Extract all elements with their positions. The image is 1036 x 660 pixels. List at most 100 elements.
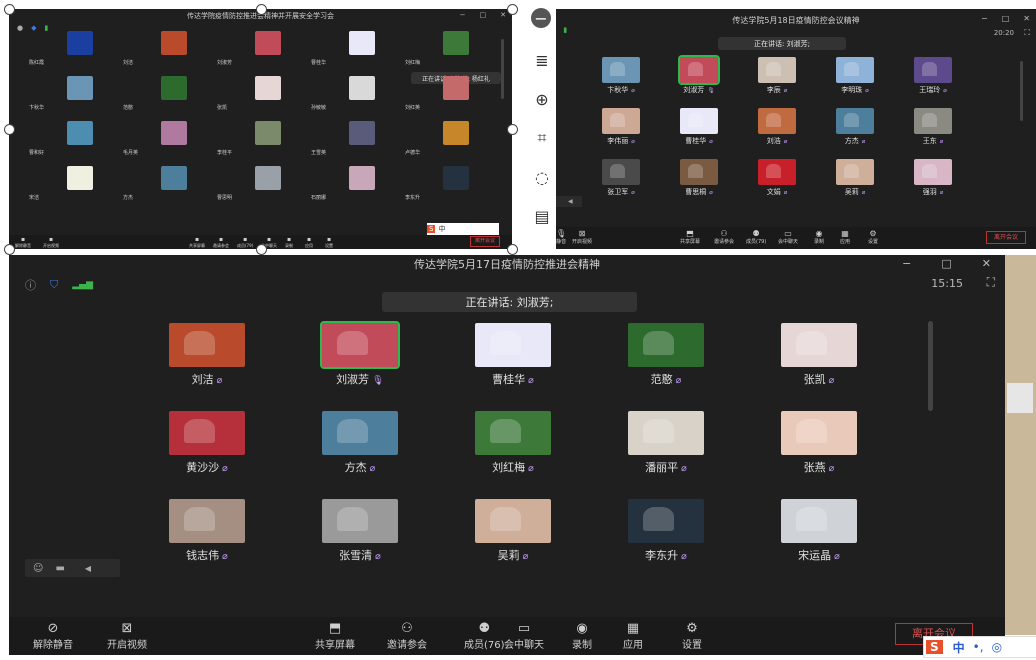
floating-control-bar[interactable]: ☺ ▬ ◀ [25, 559, 120, 577]
settings-button[interactable]: ⚙ 设置 [868, 229, 878, 245]
minimize-icon[interactable]: − [460, 11, 466, 19]
participant-tile[interactable]: 曹桂华 ⌀ [674, 108, 724, 146]
participant-tile[interactable]: 刘淑芳 🎙 [674, 55, 724, 95]
video-off-button[interactable]: ⊠ 开启视频 [572, 229, 592, 245]
participant-tile[interactable]: 曹思桐 ⌀ [674, 159, 724, 197]
participant-tile[interactable]: 陈红霞 [29, 31, 121, 66]
participant-tile[interactable]: 王瑞玲 ⌀ [908, 57, 958, 95]
ime-toolbar[interactable]: S 中 [427, 223, 499, 235]
scrollbar[interactable] [928, 321, 933, 411]
toolbar-button[interactable]: ▪ 解除静音 [15, 236, 31, 249]
ime-language-label[interactable]: 中 [438, 224, 445, 234]
ime-mic-icon[interactable]: ◎ [992, 640, 1002, 654]
participant-tile[interactable]: 吴莉 ⌀ [830, 159, 880, 197]
participant-tile[interactable]: 曹桂华 [311, 31, 403, 66]
fullscreen-icon[interactable]: ⛶ [987, 275, 995, 290]
participant-tile[interactable]: 宋运晶 ⌀ [769, 499, 869, 563]
close-icon[interactable]: ✕ [982, 257, 991, 270]
leave-meeting-button[interactable]: 离开会议 [470, 236, 500, 247]
resize-handle[interactable] [4, 124, 15, 135]
participant-tile[interactable]: 张雪清 ⌀ [310, 499, 410, 563]
toolbar-button[interactable]: ▪ 成员(79) [237, 236, 253, 249]
participant-tile[interactable]: 刘红英 [405, 76, 497, 111]
maximize-icon[interactable]: □ [941, 257, 951, 270]
participant-tile[interactable]: 张燕 ⌀ [769, 411, 869, 475]
scrollbar[interactable] [1020, 61, 1023, 121]
document-icon[interactable]: ▤ [529, 203, 555, 229]
crop-icon[interactable]: ⌗ [529, 125, 555, 151]
list-icon[interactable]: ≣ [529, 47, 555, 73]
toolbar-button[interactable]: ▪ 共享屏幕 [189, 236, 205, 249]
lightbulb-icon[interactable]: ◌ [529, 164, 555, 190]
floating-control-bar[interactable]: ◀ [556, 196, 582, 207]
participant-tile[interactable]: 张凯 ⌀ [769, 323, 869, 387]
apps-button[interactable]: ▦ 应用 [840, 229, 850, 245]
resize-handle[interactable] [256, 4, 267, 15]
minimize-icon[interactable]: − [981, 14, 988, 23]
participant-tile[interactable]: 范憨 ⌀ [616, 323, 716, 387]
emoji-icon[interactable]: ☺ [33, 563, 43, 574]
participant-tile[interactable]: 刘浩 ⌀ [752, 108, 802, 146]
mic-muted-button[interactable]: ⊘ 解除静音 [33, 621, 73, 651]
invite-button[interactable]: ⚇ 邀请参会 [714, 229, 734, 245]
participant-tile[interactable]: 钱志伟 ⌀ [157, 499, 257, 563]
minus-icon[interactable]: − [531, 8, 551, 28]
leave-meeting-button[interactable]: 离开会议 [986, 231, 1026, 244]
participant-tile[interactable]: 方杰 [123, 166, 215, 201]
members-button[interactable]: ⚉ 成员(79) [746, 229, 766, 245]
participant-tile[interactable]: 李伟丽 ⌀ [596, 108, 646, 146]
participant-tile[interactable]: 王东 ⌀ [908, 108, 958, 146]
record-button[interactable]: ◉ 录制 [814, 229, 824, 245]
participant-tile[interactable]: 刘淑芳 🎙 [310, 321, 410, 387]
participant-tile[interactable]: 毛月英 [123, 121, 215, 156]
resize-handle[interactable] [256, 244, 267, 255]
participant-tile[interactable]: 卞秋华 ⌀ [596, 57, 646, 95]
participant-tile[interactable]: 李桂平 [217, 121, 309, 156]
participant-tile[interactable]: 刘淑芳 [217, 31, 309, 66]
participant-tile[interactable]: 石丽娜 [311, 166, 403, 201]
members-button[interactable]: ⚉ 成员(76) [464, 621, 505, 651]
minimize-icon[interactable]: − [902, 257, 911, 270]
participant-tile[interactable]: 李明珠 ⌀ [830, 57, 880, 95]
participant-tile[interactable]: 刘洁 ⌀ [157, 323, 257, 387]
resize-handle[interactable] [507, 244, 518, 255]
maximize-icon[interactable]: □ [1002, 14, 1010, 23]
participant-tile[interactable]: 刘红梅 ⌀ [463, 411, 563, 475]
participant-tile[interactable]: 曹思明 [217, 166, 309, 201]
resize-handle[interactable] [507, 124, 518, 135]
collapse-arrow-icon[interactable]: ◀ [85, 564, 91, 573]
participant-tile[interactable]: 曹桂华 ⌀ [463, 323, 563, 387]
participant-tile[interactable]: 张凯 [217, 76, 309, 111]
participant-tile[interactable]: 刘红梅 [405, 31, 497, 66]
resize-handle[interactable] [507, 4, 518, 15]
close-icon[interactable]: ✕ [1023, 14, 1030, 23]
participant-tile[interactable]: 宋洁 [29, 166, 121, 201]
settings-button[interactable]: ⚙ 设置 [682, 621, 702, 651]
participant-tile[interactable]: 方杰 ⌀ [310, 411, 410, 475]
participant-tile[interactable]: 李东升 ⌀ [616, 499, 716, 563]
participant-tile[interactable]: 李东升 [405, 166, 497, 201]
ime-language-label[interactable]: 中 [953, 639, 965, 656]
participant-tile[interactable]: 曹和好 [29, 121, 121, 156]
mic-button[interactable]: 🎙 静音 [556, 229, 566, 245]
info-icon[interactable]: ● [17, 24, 23, 32]
chat-button[interactable]: ▭ 会中聊天 [778, 229, 798, 245]
shield-icon[interactable]: ⛉ [50, 278, 58, 292]
collapse-arrow-icon[interactable]: ◀ [568, 198, 573, 205]
participant-tile[interactable]: 黄沙沙 ⌀ [157, 411, 257, 475]
participant-tile[interactable]: 范憨 [123, 76, 215, 111]
participant-tile[interactable]: 强羽 ⌀ [908, 159, 958, 197]
participant-tile[interactable]: 张卫军 ⌀ [596, 159, 646, 197]
participant-tile[interactable]: 王雪英 [311, 121, 403, 156]
scrollbar[interactable] [501, 39, 504, 99]
participant-tile[interactable]: 卞秋华 [29, 76, 121, 111]
record-button[interactable]: ◉ 录制 [572, 621, 592, 651]
chat-button[interactable]: ▭ 会中聊天 [504, 621, 544, 651]
participant-tile[interactable]: 卢德华 [405, 121, 497, 156]
share-screen-button[interactable]: ⬒ 共享屏幕 [680, 229, 700, 245]
toolbar-button[interactable]: ▪ 邀请参会 [213, 236, 229, 249]
resize-handle[interactable] [4, 4, 15, 15]
ime-toolbar[interactable]: S 中 •, ◎ [923, 636, 1036, 658]
toolbar-button[interactable]: ▪ 应用 [305, 236, 313, 249]
toolbar-button[interactable]: ▪ 开启视频 [43, 236, 59, 249]
